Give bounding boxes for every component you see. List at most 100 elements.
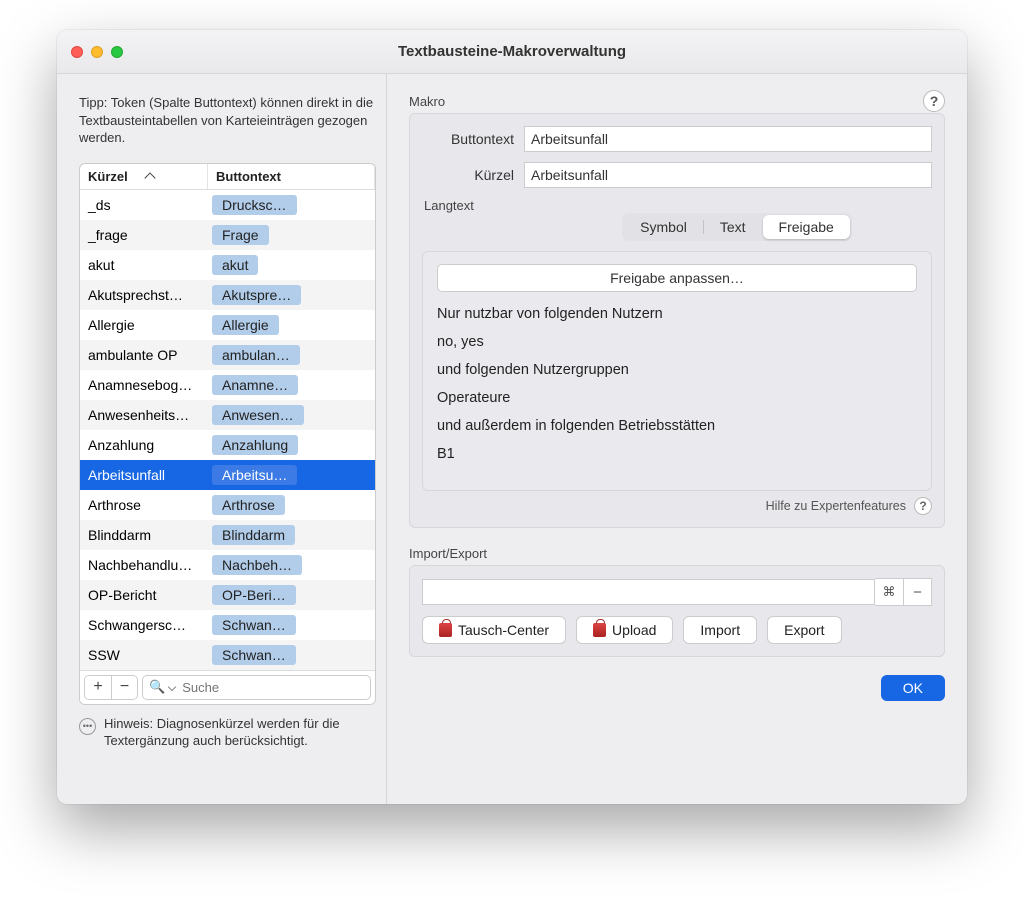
table-row[interactable]: Schwangersc…Schwan… <box>80 610 375 640</box>
search-input[interactable] <box>180 679 364 696</box>
traffic-lights <box>71 46 123 58</box>
table-row[interactable]: akutakut <box>80 250 375 280</box>
kuerzel-input[interactable]: Arbeitsunfall <box>524 162 932 188</box>
tausch-center-button[interactable]: Tausch-Center <box>422 616 566 644</box>
cell-kuerzel: Blinddarm <box>80 527 208 543</box>
buttontext-token[interactable]: Frage <box>212 225 269 245</box>
table-row[interactable]: Anamnesebog…Anamne… <box>80 370 375 400</box>
freigabe-anpassen-button[interactable]: Freigabe anpassen… <box>437 264 917 292</box>
buttontext-token[interactable]: OP-Beri… <box>212 585 296 605</box>
buttontext-token[interactable]: Anamne… <box>212 375 298 395</box>
search-icon: 🔍 <box>149 679 165 695</box>
table-body[interactable]: _dsDrucksc…_frageFrageakutakutAkutsprech… <box>80 190 375 670</box>
hint-text: Hinweis: Diagnosenkürzel werden für die … <box>104 715 376 750</box>
table-row[interactable]: _dsDrucksc… <box>80 190 375 220</box>
table-row[interactable]: ArthroseArthrose <box>80 490 375 520</box>
col-buttontext[interactable]: Buttontext <box>208 164 375 189</box>
buttontext-token[interactable]: akut <box>212 255 258 275</box>
buttontext-token[interactable]: Schwan… <box>212 615 296 635</box>
freigabe-line: no, yes <box>437 334 917 350</box>
add-remove-group: + − <box>84 675 138 700</box>
buttontext-token[interactable]: Nachbeh… <box>212 555 302 575</box>
cell-kuerzel: OP-Bericht <box>80 587 208 603</box>
cell-kuerzel: _ds <box>80 197 208 213</box>
table-row[interactable]: Nachbehandlu…Nachbeh… <box>80 550 375 580</box>
cell-kuerzel: Anzahlung <box>80 437 208 453</box>
cell-buttontext: Arbeitsu… <box>208 463 375 487</box>
tab-symbol[interactable]: Symbol <box>624 215 703 239</box>
table-row[interactable]: _frageFrage <box>80 220 375 250</box>
bag-icon <box>593 623 606 637</box>
cell-buttontext: Arthrose <box>208 493 375 517</box>
buttontext-token[interactable]: Arthrose <box>212 495 285 515</box>
table-row[interactable]: AnzahlungAnzahlung <box>80 430 375 460</box>
cell-buttontext: Frage <box>208 223 375 247</box>
freigabe-line: Nur nutzbar von folgenden Nutzern <box>437 306 917 322</box>
table-row[interactable]: Akutsprechst…Akutspre… <box>80 280 375 310</box>
tip-text: Tipp: Token (Spalte Buttontext) können d… <box>79 94 376 147</box>
freigabe-line: und folgenden Nutzergruppen <box>437 362 917 378</box>
minimize-icon[interactable] <box>91 46 103 58</box>
table-row[interactable]: ambulante OPambulan… <box>80 340 375 370</box>
bag-icon <box>439 623 452 637</box>
titlebar: Textbausteine-Makroverwaltung <box>57 30 967 74</box>
clear-button[interactable]: − <box>903 579 931 605</box>
buttontext-token[interactable]: Anwesen… <box>212 405 304 425</box>
more-icon[interactable]: ••• <box>79 718 96 735</box>
buttontext-token[interactable]: Arbeitsu… <box>212 465 297 485</box>
browse-button[interactable]: ⌘ <box>875 579 903 605</box>
window: Textbausteine-Makroverwaltung Tipp: Toke… <box>57 30 967 804</box>
cell-kuerzel: Anamnesebog… <box>80 377 208 393</box>
table-row[interactable]: OP-BerichtOP-Beri… <box>80 580 375 610</box>
hint: ••• Hinweis: Diagnosenkürzel werden für … <box>79 715 376 750</box>
col-kuerzel[interactable]: Kürzel <box>80 164 208 189</box>
cell-kuerzel: Akutsprechst… <box>80 287 208 303</box>
content: Tipp: Token (Spalte Buttontext) können d… <box>57 74 967 804</box>
zoom-icon[interactable] <box>111 46 123 58</box>
cell-buttontext: OP-Beri… <box>208 583 375 607</box>
col-kuerzel-label: Kürzel <box>88 169 128 184</box>
window-title: Textbausteine-Makroverwaltung <box>57 43 967 60</box>
buttontext-token[interactable]: Akutspre… <box>212 285 301 305</box>
langtext-panel: Freigabe anpassen… Nur nutzbar von folge… <box>422 251 932 491</box>
import-button[interactable]: Import <box>683 616 757 644</box>
table-row[interactable]: AllergieAllergie <box>80 310 375 340</box>
buttontext-token[interactable]: Schwan… <box>212 645 296 665</box>
cell-buttontext: Blinddarm <box>208 523 375 547</box>
langtext-label: Langtext <box>424 198 932 213</box>
expert-help: Hilfe zu Expertenfeatures ? <box>422 497 932 515</box>
buttontext-token[interactable]: ambulan… <box>212 345 300 365</box>
ok-button[interactable]: OK <box>881 675 945 701</box>
freigabe-line: Operateure <box>437 390 917 406</box>
table-header: Kürzel Buttontext <box>80 164 375 190</box>
table-row[interactable]: Anwesenheits…Anwesen… <box>80 400 375 430</box>
buttontext-input[interactable]: Arbeitsunfall <box>524 126 932 152</box>
buttontext-token[interactable]: Anzahlung <box>212 435 298 455</box>
tab-freigabe[interactable]: Freigabe <box>763 215 850 239</box>
close-icon[interactable] <box>71 46 83 58</box>
expert-help-button[interactable]: ? <box>914 497 932 515</box>
right-panel: ? Makro Buttontext Arbeitsunfall Kürzel … <box>387 74 967 804</box>
makro-group: Buttontext Arbeitsunfall Kürzel Arbeitsu… <box>409 113 945 528</box>
chevron-down-icon[interactable] <box>168 683 176 691</box>
buttontext-token[interactable]: Allergie <box>212 315 279 335</box>
import-path-input[interactable] <box>422 579 875 605</box>
buttontext-token[interactable]: Drucksc… <box>212 195 297 215</box>
remove-button[interactable]: − <box>111 676 137 699</box>
export-button[interactable]: Export <box>767 616 841 644</box>
buttontext-token[interactable]: Blinddarm <box>212 525 295 545</box>
table-row[interactable]: ArbeitsunfallArbeitsu… <box>80 460 375 490</box>
cell-buttontext: Schwan… <box>208 643 375 667</box>
buttontext-label: Buttontext <box>422 131 524 147</box>
finder-icon: ⌘ <box>883 584 896 600</box>
table-row[interactable]: SSWSchwan… <box>80 640 375 670</box>
cell-buttontext: Anzahlung <box>208 433 375 457</box>
table-row[interactable]: BlinddarmBlinddarm <box>80 520 375 550</box>
tab-text[interactable]: Text <box>704 215 762 239</box>
search-field[interactable]: 🔍 <box>142 675 371 700</box>
upload-button[interactable]: Upload <box>576 616 673 644</box>
add-button[interactable]: + <box>85 676 111 699</box>
kuerzel-label: Kürzel <box>422 167 524 183</box>
help-button[interactable]: ? <box>923 90 945 112</box>
cell-buttontext: Allergie <box>208 313 375 337</box>
